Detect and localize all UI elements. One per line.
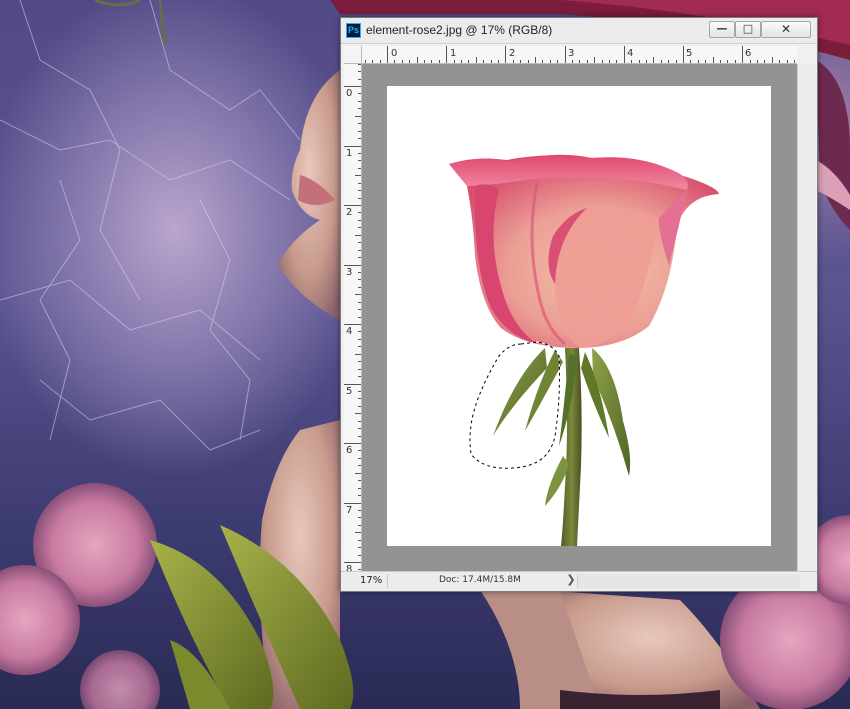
ruler-label-h-1: 1 (450, 48, 457, 59)
ruler-label-h-6: 6 (745, 48, 752, 59)
ruler-label-v-1: 1 (346, 148, 353, 159)
ruler-label-v-2: 2 (346, 207, 353, 218)
maximize-icon: □ (742, 22, 754, 35)
ruler-label-v-0: 0 (346, 88, 353, 99)
ruler-label-h-3: 3 (568, 48, 575, 59)
vertical-scrollbar[interactable] (797, 64, 815, 572)
zoom-level-field[interactable]: 17% (344, 574, 388, 588)
status-bar: 17% Doc: 17.4M/15.8M ❯ (341, 571, 817, 591)
document-window[interactable]: Ps element-rose2.jpg @ 17% (RGB/8) — □ ✕… (340, 17, 818, 592)
ruler-label-v-3: 3 (346, 267, 353, 278)
vertical-ruler-ticks (344, 64, 361, 570)
title-bar[interactable]: Ps element-rose2.jpg @ 17% (RGB/8) — □ ✕ (341, 18, 817, 44)
ruler-label-v-4: 4 (346, 326, 353, 337)
ruler-label-v-5: 5 (346, 386, 353, 397)
document-size-info: Doc: 17.4M/15.8M (439, 575, 521, 585)
horizontal-ruler-ticks (365, 46, 795, 63)
lasso-selection[interactable] (387, 86, 771, 546)
document-canvas[interactable] (387, 86, 771, 546)
close-button[interactable]: ✕ (761, 21, 811, 38)
ruler-label-v-6: 6 (346, 445, 353, 456)
minimize-button[interactable]: — (709, 21, 735, 38)
photoshop-icon: Ps (346, 23, 361, 38)
horizontal-scrollbar[interactable] (577, 574, 800, 588)
vertical-ruler[interactable]: 0 1 2 3 4 5 6 7 8 (344, 64, 362, 572)
minimize-icon: — (716, 22, 728, 35)
document-title: element-rose2.jpg @ 17% (RGB/8) (366, 23, 553, 37)
ruler-label-h-5: 5 (686, 48, 693, 59)
canvas-area[interactable] (362, 64, 797, 572)
maximize-button[interactable]: □ (735, 21, 761, 38)
ruler-label-h-2: 2 (509, 48, 516, 59)
ruler-label-h-0: 0 (391, 48, 398, 59)
close-icon: ✕ (780, 22, 792, 36)
ruler-label-h-4: 4 (627, 48, 634, 59)
status-menu-arrow-icon[interactable]: ❯ (565, 573, 577, 589)
ruler-origin[interactable] (344, 46, 362, 64)
ruler-label-v-7: 7 (346, 505, 353, 516)
horizontal-ruler[interactable]: 0 1 2 3 4 5 6 (362, 46, 797, 64)
